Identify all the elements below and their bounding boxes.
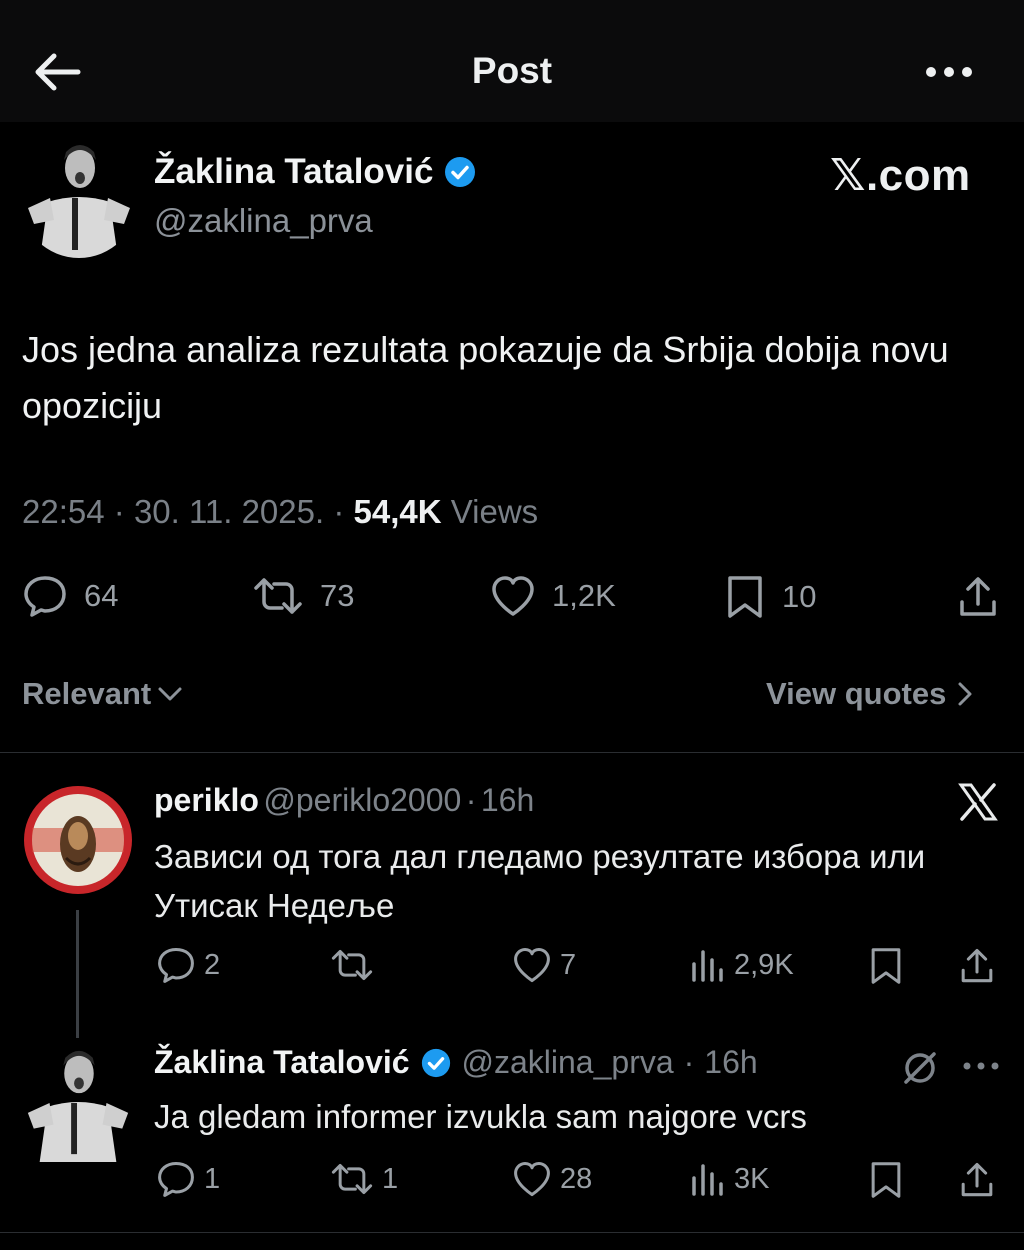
heart-icon — [490, 574, 536, 618]
sort-dropdown[interactable]: Relevant — [22, 676, 183, 712]
repost-icon — [330, 1160, 374, 1198]
share-icon — [956, 574, 1000, 620]
reply-header: periklo @periklo2000 · 16h — [154, 782, 534, 819]
meta-separator: · — [333, 493, 354, 530]
chevron-right-icon — [956, 680, 974, 708]
meta-separator: · — [683, 1044, 695, 1080]
heart-icon — [512, 946, 552, 984]
more-options-icon[interactable] — [922, 54, 976, 90]
view-quotes-label: View quotes — [766, 676, 947, 711]
reply-button[interactable]: 64 — [22, 574, 118, 618]
reply-time: 16h — [704, 1044, 758, 1080]
post-meta: 22:54 · 30. 11. 2025. · 54,4K Views — [22, 493, 538, 531]
analytics-icon — [690, 946, 726, 984]
repost-count: 73 — [320, 578, 355, 613]
reply-count: 64 — [84, 578, 119, 613]
views-count: 2,9K — [734, 948, 794, 981]
back-arrow-icon[interactable] — [32, 50, 82, 94]
reply-button[interactable]: 1 — [156, 1160, 220, 1198]
reply-text: Зависи од тога дал гледамо резултате изб… — [154, 838, 926, 924]
author-name[interactable]: Žaklina Tatalović — [154, 152, 433, 192]
post-text: Jos jedna analiza rezultata pokazuje da … — [22, 329, 949, 426]
reply-icon — [22, 574, 68, 618]
reply-author-name[interactable]: Žaklina Tatalović — [154, 1044, 410, 1081]
reply-time: 16h — [480, 782, 535, 818]
like-count: 28 — [560, 1162, 593, 1195]
like-count: 7 — [560, 948, 577, 981]
reply-header: Žaklina Tatalović @zaklina_prva · 16h — [154, 1044, 758, 1081]
thread-line — [76, 910, 79, 1038]
repost-icon — [252, 574, 304, 618]
post-time: 22:54 — [22, 493, 105, 530]
reply-author-name[interactable]: periklo — [154, 782, 259, 818]
sort-label: Relevant — [22, 676, 152, 711]
repost-button[interactable]: 73 — [252, 574, 354, 618]
share-button[interactable] — [958, 946, 996, 986]
author-avatar[interactable] — [20, 140, 138, 258]
reply-count: 2 — [204, 948, 221, 981]
bookmark-button[interactable] — [868, 946, 904, 986]
chevron-down-icon — [157, 684, 183, 704]
bookmark-icon — [724, 574, 766, 620]
analytics-icon — [690, 1160, 726, 1198]
more-options-icon[interactable] — [960, 1054, 1002, 1078]
views-label: Views — [450, 493, 539, 530]
divider — [0, 1232, 1024, 1233]
like-button[interactable]: 1,2K — [490, 574, 616, 618]
reply-button[interactable]: 2 — [156, 946, 220, 984]
bookmark-button[interactable]: 10 — [724, 574, 816, 620]
bookmark-icon — [868, 946, 904, 986]
share-button[interactable] — [956, 574, 1000, 620]
meta-separator: · — [113, 493, 134, 530]
bookmark-icon — [868, 1160, 904, 1200]
repost-button[interactable] — [330, 946, 382, 984]
reply-text: Ja gledam informer izvukla sam najgore v… — [154, 1098, 807, 1135]
bookmark-button[interactable] — [868, 1160, 904, 1200]
reply-author-handle[interactable]: @zaklina_prva — [462, 1044, 674, 1081]
views-button[interactable]: 3K — [690, 1160, 769, 1198]
views-count: 3K — [734, 1162, 770, 1195]
x-logo-icon — [958, 782, 998, 822]
top-bar — [0, 0, 1024, 122]
share-icon — [958, 1160, 996, 1200]
repost-icon — [330, 946, 374, 984]
like-button[interactable]: 28 — [512, 1160, 592, 1198]
author-handle[interactable]: @zaklina_prva — [154, 202, 373, 240]
reply-icon — [156, 946, 196, 984]
verified-badge-icon — [443, 155, 477, 189]
reply-avatar[interactable] — [22, 784, 134, 896]
view-quotes-link[interactable]: View quotes — [766, 676, 974, 712]
reply-avatar[interactable] — [20, 1046, 136, 1162]
bookmark-count: 10 — [782, 579, 817, 614]
verified-badge-icon — [420, 1047, 452, 1079]
share-button[interactable] — [958, 1160, 996, 1200]
post-date: 30. 11. 2025. — [133, 493, 325, 530]
reply-author-handle[interactable]: @periklo2000 — [263, 782, 461, 818]
divider — [0, 752, 1024, 753]
author-name-row: Žaklina Tatalović — [154, 152, 477, 192]
views-count[interactable]: 54,4K — [354, 493, 442, 530]
x-com-watermark: 𝕏.com — [830, 151, 971, 200]
reply-count: 1 — [204, 1162, 221, 1195]
views-button[interactable]: 2,9K — [690, 946, 794, 984]
heart-icon — [512, 1160, 552, 1198]
repost-count: 1 — [382, 1162, 399, 1195]
like-button[interactable]: 7 — [512, 946, 576, 984]
share-icon — [958, 946, 996, 986]
like-count: 1,2K — [552, 578, 616, 613]
reply-icon — [156, 1160, 196, 1198]
repost-button[interactable]: 1 — [330, 1160, 398, 1198]
meta-separator: · — [465, 782, 477, 818]
grok-icon[interactable] — [900, 1048, 940, 1088]
